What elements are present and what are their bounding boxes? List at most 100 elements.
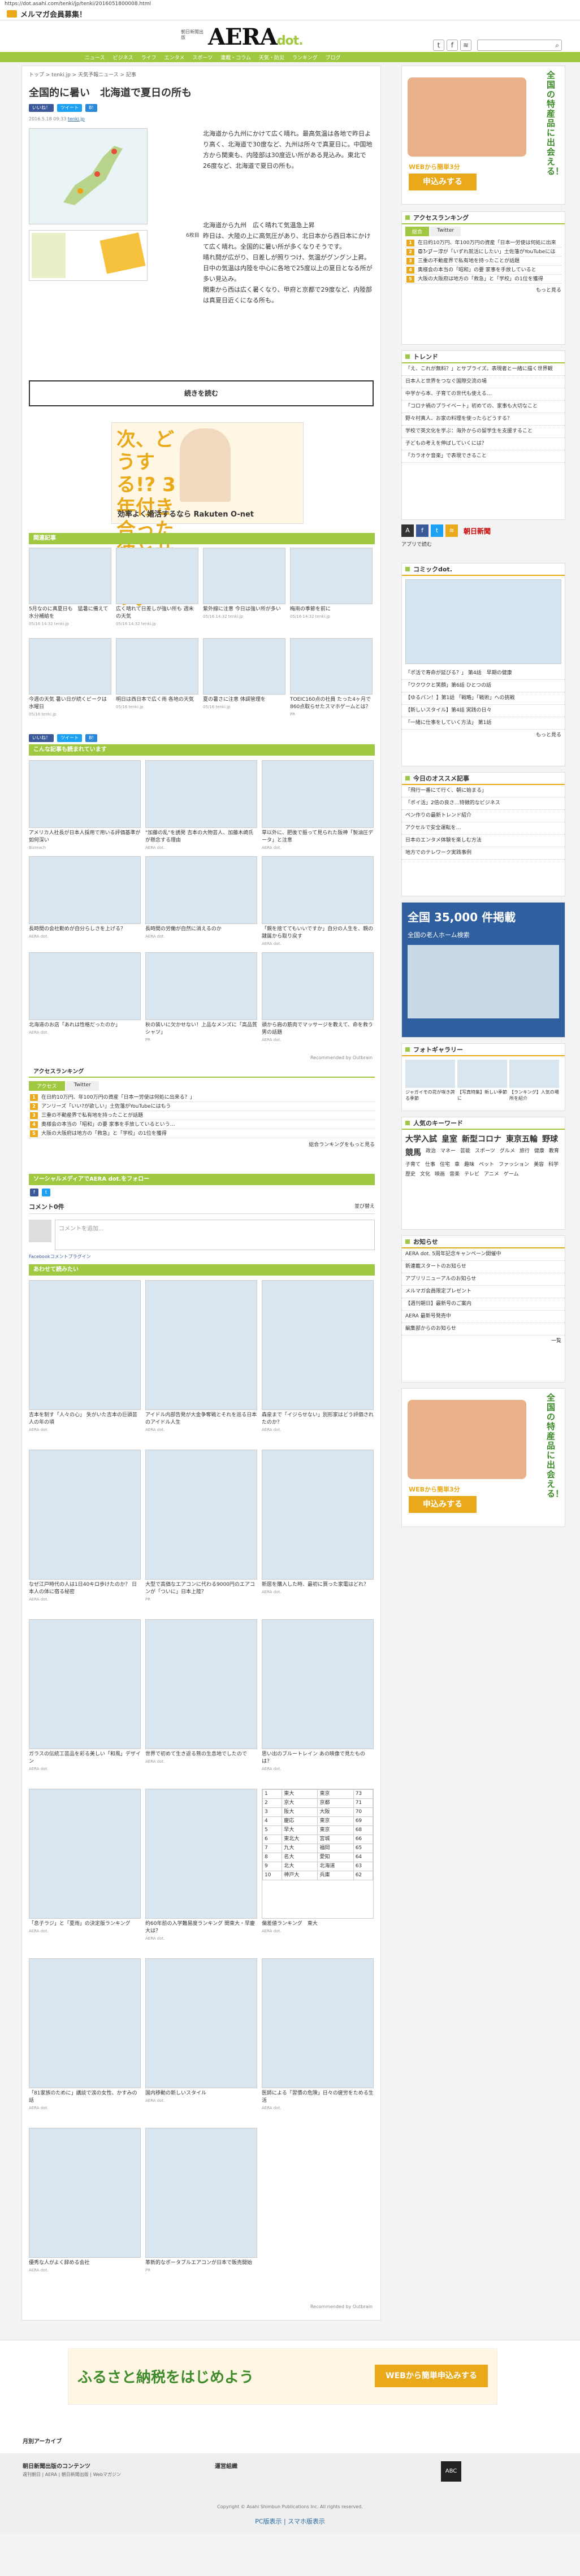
- notice-item[interactable]: 【週刊朝日】最新号のご案内: [402, 1298, 565, 1311]
- footer-banner-button[interactable]: WEBから簡単申込みする: [375, 2365, 488, 2387]
- also-card[interactable]: 「息子ラジ」と「夏雨」の決定版ランキング AERA dot.: [29, 1789, 141, 1935]
- notice-item[interactable]: 新連載スタートのお知らせ: [402, 1261, 565, 1273]
- keyword-link[interactable]: ファッション: [499, 1160, 529, 1168]
- related-card[interactable]: 5月なのに真夏日も 猛暑に備えて水分補給を 05/16 14:32 tenki.j…: [29, 548, 111, 628]
- reco-card[interactable]: アメリカ人社長が日本人採用で用いる評価基準が如何深い Bizreach: [29, 760, 141, 852]
- keyword-link[interactable]: 健康: [534, 1147, 544, 1158]
- keyword-link[interactable]: スポーツ: [475, 1147, 495, 1158]
- asahi-logo[interactable]: 朝日新聞: [464, 526, 491, 536]
- keyword-link[interactable]: 野球: [542, 1133, 558, 1144]
- nav-item[interactable]: ランキング: [292, 54, 318, 61]
- apple-icon[interactable]: A: [401, 524, 414, 537]
- ranking-item[interactable]: 2 アンリーズ「いい?が欲しい」土佐藩がYouTubeにはもう: [29, 1102, 375, 1111]
- keyword-link[interactable]: テレビ: [464, 1170, 479, 1177]
- gallery-item[interactable]: 【写真特集】新しい季節に: [457, 1060, 507, 1101]
- fb-plugin-label[interactable]: Facebookコメントプラグイン: [29, 1254, 375, 1260]
- keyword-link[interactable]: 車: [455, 1160, 460, 1168]
- related-card[interactable]: 紫外線に注意 今日は強い所が多い 05/16 14:32 tenki.jp: [203, 548, 285, 621]
- ranking-more-link[interactable]: 総合ランキングをもっと見る: [29, 1140, 375, 1148]
- trend-item[interactable]: 「カラオケ音楽」で表現できること: [402, 450, 565, 463]
- pickup-item[interactable]: 日本のエンタメ体験を楽しむ方法: [402, 835, 565, 847]
- comment-sort[interactable]: 並び替え: [354, 1202, 375, 1211]
- read-more-button[interactable]: 続きを読む: [29, 380, 374, 406]
- keyword-link[interactable]: 住宅: [440, 1160, 450, 1168]
- search-input[interactable]: ⌕: [477, 40, 562, 51]
- facebook-like-button[interactable]: いいね！: [29, 104, 54, 112]
- related-card[interactable]: 夏の暑さに注意 体調管理を 05/16 tenki.jp: [203, 638, 285, 711]
- ad-apply-button[interactable]: 申込みする: [409, 1496, 477, 1513]
- facebook-follow-button[interactable]: f: [30, 1189, 38, 1196]
- reco-card[interactable]: "加藤の乱"を誘発 吉本の大物芸人、加藤木崎氏が懸念する理由 AERA dot.: [145, 760, 257, 852]
- trend-item[interactable]: 日本人と世界をつなぐ国際交流の場: [402, 376, 565, 388]
- nav-item[interactable]: エンタメ: [165, 54, 185, 61]
- keyword-link[interactable]: 映画: [435, 1170, 445, 1177]
- comic-item[interactable]: 「一緒に仕事をしていく方法」 第1話: [402, 717, 565, 730]
- notice-more[interactable]: 一覧: [402, 1335, 565, 1345]
- reco-card[interactable]: 「親を捨ててもいいですか」自分の人生を、親の隷属から取り戻す AERA dot.: [262, 856, 374, 948]
- trend-item[interactable]: 「コロナ禍のプライベート」初めての、家事も大切なこと: [402, 401, 565, 413]
- facebook-icon[interactable]: f: [447, 40, 458, 51]
- keyword-link[interactable]: アニメ: [484, 1170, 499, 1177]
- also-card[interactable]: 吉本を制す「人々の心」 失がいた吉本の巨頭芸人の年の頃 AERA dot.: [29, 1280, 141, 1434]
- ad-apply-button[interactable]: 申込みする: [409, 174, 477, 190]
- ranking-item[interactable]: 4 奥様会の本当の「昭和」の要 家事を手放しているという…: [29, 1120, 375, 1129]
- notice-item[interactable]: メルマガ会員限定プレゼント: [402, 1286, 565, 1298]
- keyword-link[interactable]: 芸能: [460, 1147, 470, 1158]
- comment-input[interactable]: コメントを追加...: [55, 1220, 375, 1250]
- also-card[interactable]: 大型で高価なエアコンに代わる9000円のエアコンが「ついに」日本上陸？ PR: [145, 1450, 257, 1603]
- facebook-icon[interactable]: f: [416, 524, 428, 537]
- also-card[interactable]: 優秀な人がよく辞める会社 AERA dot.: [29, 2128, 141, 2274]
- weather-map-image[interactable]: [29, 128, 148, 224]
- tweet-button[interactable]: ツイート: [57, 104, 82, 112]
- keyword-link[interactable]: 東京五輪: [506, 1133, 538, 1144]
- also-card[interactable]: 森泉まで「イジらせない」別形家はどう評価されたのか？ AERA dot.: [262, 1280, 374, 1434]
- also-card[interactable]: 1 東大 東京 73 2 京大 京都 71 3 阪大 大阪 70 4 慶応 東京 69 5 早大 東京 68 6 東北大宮…: [262, 1789, 374, 1935]
- also-card[interactable]: 世界で初めて生き返る熊の生息地でしたので AERA dot.: [145, 1619, 257, 1766]
- notice-item[interactable]: AERA 最新号発売中: [402, 1311, 565, 1323]
- trend-item[interactable]: 野々村真人、お家の料理を使ったらどうする？: [402, 413, 565, 426]
- twitter-icon[interactable]: t: [431, 524, 443, 537]
- side-ranking-item[interactable]: 5 大阪の大阪府は地方の「救急」と「学校」の1位を獲得: [405, 275, 561, 284]
- twitter-icon[interactable]: t: [433, 40, 444, 51]
- notice-item[interactable]: 編集部からのお知らせ: [402, 1323, 565, 1335]
- keyword-link[interactable]: 美容: [534, 1160, 544, 1168]
- keyword-link[interactable]: ペット: [479, 1160, 494, 1168]
- twitter-follow-button[interactable]: t: [41, 1189, 50, 1196]
- hatena-button[interactable]: B!: [85, 734, 97, 742]
- keyword-link[interactable]: グルメ: [500, 1147, 515, 1158]
- footer-banner[interactable]: ふるさと納税をはじめよう WEBから簡単申込みする: [68, 2348, 497, 2405]
- also-card[interactable]: 約60年前の入学難易度ランキング 関東大・早慶大は？ AERA dot.: [145, 1789, 257, 1942]
- tab-twitter[interactable]: Twitter: [66, 1081, 99, 1091]
- also-card[interactable]: 革新的なポータブルエアコンが日本で販売開始 PR: [145, 2128, 257, 2274]
- keyword-link[interactable]: 子育て: [405, 1160, 421, 1168]
- keyword-link[interactable]: 新型コロナ: [462, 1133, 501, 1144]
- ranking-item[interactable]: 5 大阪の大阪府は地方の「救急」と「学校」の1位を獲得: [29, 1129, 375, 1138]
- reco-card[interactable]: 長時間の労働が自然に消えるのか AERA dot.: [145, 856, 257, 940]
- nav-item[interactable]: スポーツ: [192, 54, 213, 61]
- device-switch[interactable]: PC版表示 | スマホ版表示: [0, 2517, 580, 2526]
- keyword-link[interactable]: 趣味: [464, 1160, 474, 1168]
- notice-item[interactable]: アプリリニューアルのお知らせ: [402, 1273, 565, 1286]
- newsletter-link[interactable]: メルマガ会員募集！: [20, 8, 86, 19]
- keyword-link[interactable]: 科学: [548, 1160, 559, 1168]
- pickup-item[interactable]: 地方でのテレワーク実践事例: [402, 847, 565, 860]
- ranking-item[interactable]: 3 三重の不動産界で私有地を持ったことが話題: [29, 1111, 375, 1120]
- hatena-button[interactable]: B!: [85, 104, 97, 112]
- keyword-link[interactable]: 政治: [426, 1147, 436, 1158]
- trend-item[interactable]: 子どもの考えを伸ばしていくには？: [402, 438, 565, 450]
- gallery-item[interactable]: 【ランキング】人気の場所を紹介: [509, 1060, 559, 1101]
- pickup-item[interactable]: アクセルで安全運転を…: [402, 822, 565, 835]
- nav-item[interactable]: ビジネス: [113, 54, 133, 61]
- tweet-button[interactable]: ツイート: [57, 734, 82, 742]
- also-card[interactable]: 思い出のブルートレイン あの映像で見たものは？ AERA dot.: [262, 1619, 374, 1773]
- comic-more[interactable]: もっと見る: [402, 730, 565, 739]
- pickup-item[interactable]: 「ポイ活」2倍の良さ…特徴的なビジネス: [402, 797, 565, 810]
- tab-overall[interactable]: 総合: [405, 227, 430, 236]
- outbrain-credit-2[interactable]: Recommended by Outbrain: [310, 2304, 373, 2309]
- nav-item[interactable]: ブログ: [326, 54, 341, 61]
- comic-item[interactable]: 「ポ活で寿命が延びる？」 第4話 早期の健康: [402, 667, 565, 680]
- weather-thumb-image[interactable]: [29, 230, 148, 281]
- related-card[interactable]: TOEIC160点の社員 たった4ヶ月で860点取らせたスマホゲームとは？ PR: [290, 638, 373, 718]
- ad-banner[interactable]: 次、どうする!? 3年付き合った彼とサヨナラ。 効率よく婚活するなら Rakut…: [111, 422, 304, 609]
- breadcrumb[interactable]: トップ > tenki.jp > 天気予報ニュース > 記事: [22, 66, 380, 83]
